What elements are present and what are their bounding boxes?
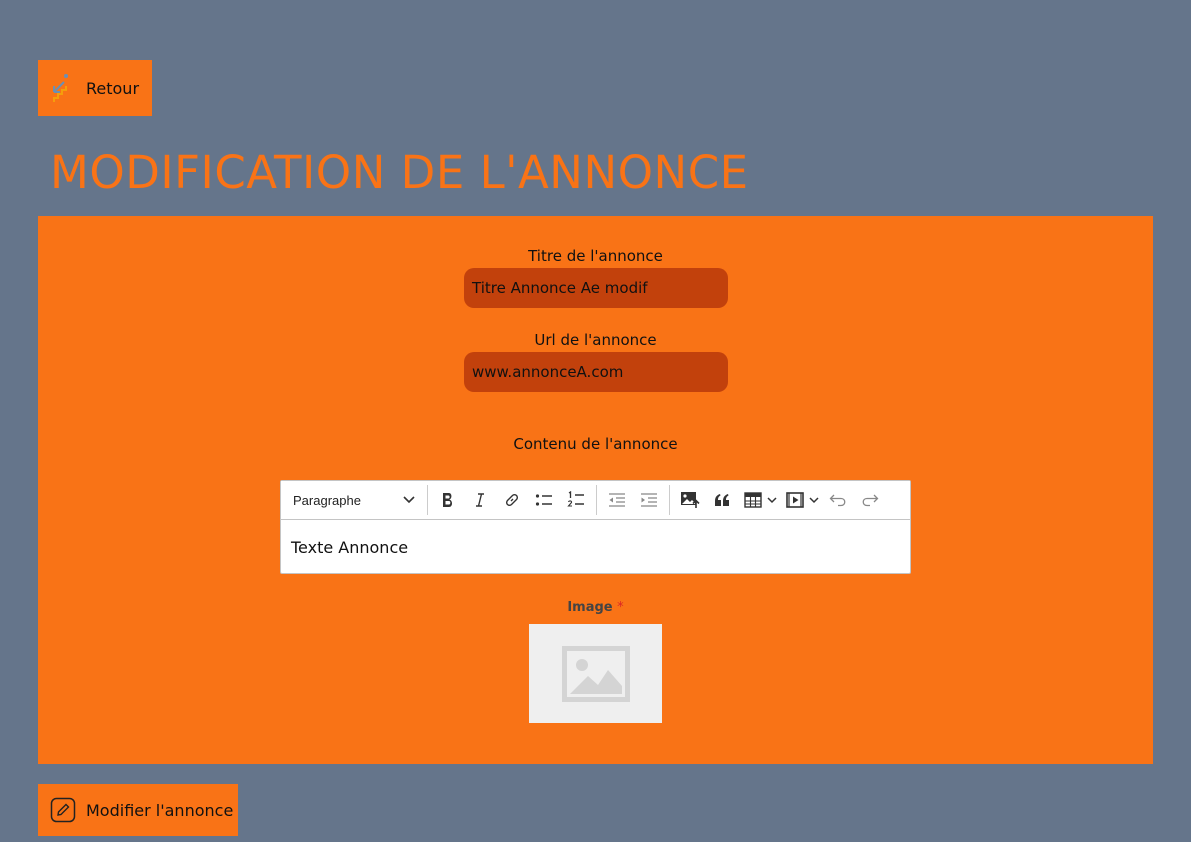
table-icon: [744, 492, 762, 508]
link-button[interactable]: [497, 485, 527, 515]
edit-form-panel: Titre de l'annonce Titre Annonce Ae modi…: [38, 216, 1153, 764]
url-input[interactable]: www.annonceA.com: [464, 352, 728, 392]
blockquote-button[interactable]: [707, 485, 737, 515]
stairs-icon: [50, 72, 80, 104]
italic-icon: [476, 493, 484, 507]
title-label: Titre de l'annonce: [528, 247, 663, 265]
paragraph-format-label: Paragraphe: [293, 492, 361, 508]
chevron-down-icon: [767, 496, 777, 503]
edit-pencil-icon: [50, 797, 76, 823]
image-label-text: Image: [567, 600, 613, 615]
chevron-down-icon: [403, 496, 415, 504]
undo-button[interactable]: [823, 485, 853, 515]
image-upload-preview[interactable]: [529, 624, 662, 723]
bulleted-list-icon: [535, 494, 552, 506]
back-button-label: Retour: [86, 78, 140, 98]
numbered-list-button[interactable]: [561, 485, 591, 515]
image-placeholder-icon: [561, 645, 630, 702]
undo-icon: [829, 494, 846, 507]
content-label: Contenu de l'annonce: [513, 435, 678, 453]
chevron-down-icon: [809, 496, 819, 503]
required-asterisk: *: [617, 600, 624, 615]
link-icon: [505, 493, 519, 507]
redo-button[interactable]: [855, 485, 885, 515]
indent-button[interactable]: [634, 485, 664, 515]
redo-icon: [862, 494, 879, 507]
toolbar-separator: [427, 485, 428, 515]
insert-media-button[interactable]: [781, 485, 821, 515]
toolbar-separator: [596, 485, 597, 515]
numbered-list-icon: [567, 491, 584, 507]
outdent-button[interactable]: [602, 485, 632, 515]
bulleted-list-button[interactable]: [529, 485, 559, 515]
indent-icon: [641, 493, 657, 507]
media-embed-icon: [786, 492, 804, 508]
editor-content-area[interactable]: Texte Annonce: [281, 520, 910, 575]
editor-toolbar: Paragraphe: [281, 481, 910, 520]
bold-icon: [443, 493, 452, 507]
insert-image-icon: [681, 492, 700, 508]
page-title: MODIFICATION DE L'ANNONCE: [50, 146, 749, 199]
insert-image-button[interactable]: [675, 485, 705, 515]
italic-button[interactable]: [465, 485, 495, 515]
title-input[interactable]: Titre Annonce Ae modif: [464, 268, 728, 308]
toolbar-separator: [669, 485, 670, 515]
back-button[interactable]: Retour: [38, 60, 152, 116]
rich-text-editor: Paragraphe Texte Annonce: [280, 480, 911, 574]
bold-button[interactable]: [433, 485, 463, 515]
url-label: Url de l'annonce: [534, 331, 657, 349]
submit-button-label: Modifier l'annonce: [86, 800, 234, 820]
blockquote-icon: [715, 494, 729, 506]
outdent-icon: [609, 493, 625, 507]
insert-table-button[interactable]: [739, 485, 779, 515]
image-label: Image *: [38, 600, 1153, 615]
submit-button[interactable]: Modifier l'annonce: [38, 784, 238, 836]
paragraph-format-select[interactable]: Paragraphe: [285, 485, 423, 515]
